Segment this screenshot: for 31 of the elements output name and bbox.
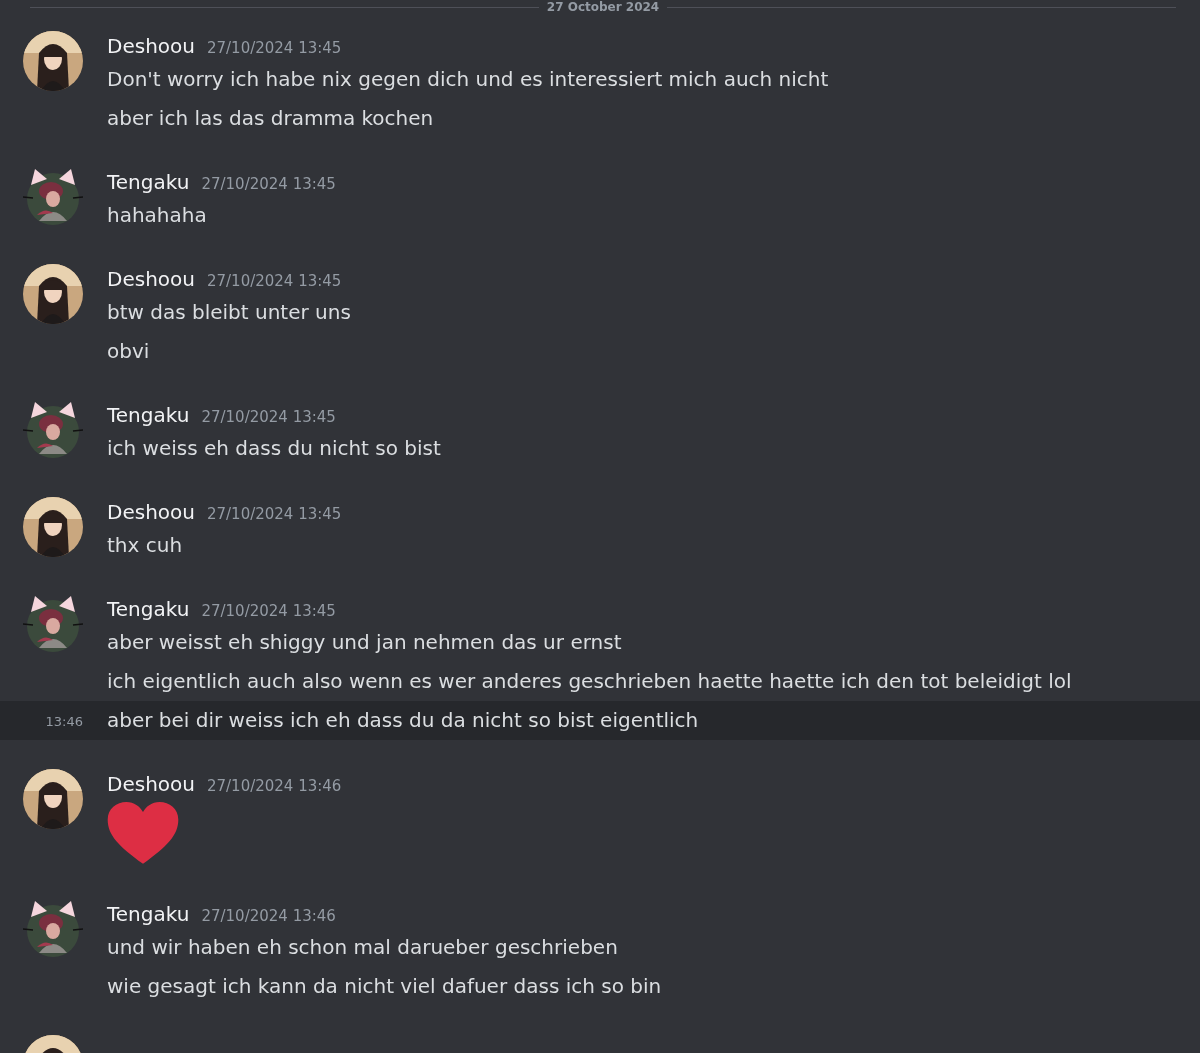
username: Deshoou xyxy=(107,33,195,60)
timestamp: 27/10/2024 13:45 xyxy=(206,38,342,59)
timestamp: 27/10/2024 13:45 xyxy=(206,271,342,292)
message-text: ich eigentlich auch also wenn es wer anderes geschrieben haette haette ich den tot beleidigt lol xyxy=(107,668,1072,695)
username: Tengaku xyxy=(107,169,190,196)
message-text: ich weiss eh dass du nicht so bist xyxy=(107,435,441,462)
timestamp: 27/10/2024 13:45 xyxy=(201,174,336,195)
message-text: aber ich las das dramma kochen xyxy=(107,105,434,132)
timestamp: 27/10/2024 13:45 xyxy=(201,601,336,622)
username: Tengaku xyxy=(107,596,190,623)
date-divider: 27 October 2024 xyxy=(545,0,661,14)
username: Deshoou xyxy=(107,771,195,798)
timestamp: 27/10/2024 13:46 xyxy=(201,906,336,927)
message-text: aber weisst eh shiggy und jan nehmen das ur ernst xyxy=(107,629,622,656)
message-text: hahahaha xyxy=(107,202,207,229)
timestamp: 27/10/2024 13:45 xyxy=(206,504,342,525)
message-text: thx cuh xyxy=(107,532,183,559)
timestamp: 27/10/2024 13:46 xyxy=(206,776,342,797)
message-text: und wir haben eh schon mal darueber geschrieben xyxy=(107,934,618,961)
timestamp: 27/10/2024 13:45 xyxy=(201,407,336,428)
message-text: btw das bleibt unter uns xyxy=(107,299,351,326)
message-text: Don't worry ich habe nix gegen dich und es interessiert mich auch nicht xyxy=(107,66,829,93)
message-text: aber bei dir weiss ich eh dass du da nicht so bist eigentlich xyxy=(107,708,699,732)
username: Deshoou xyxy=(107,499,195,526)
heart-icon xyxy=(107,802,179,866)
username: Tengaku xyxy=(107,901,190,928)
username: Tengaku xyxy=(107,402,190,429)
message-text: wie gesagt ich kann da nicht viel dafuer dass ich so bin xyxy=(107,973,662,1000)
message-text: obvi xyxy=(107,338,150,365)
message-time: 13:46 xyxy=(45,713,83,729)
username: Deshoou xyxy=(107,266,195,293)
